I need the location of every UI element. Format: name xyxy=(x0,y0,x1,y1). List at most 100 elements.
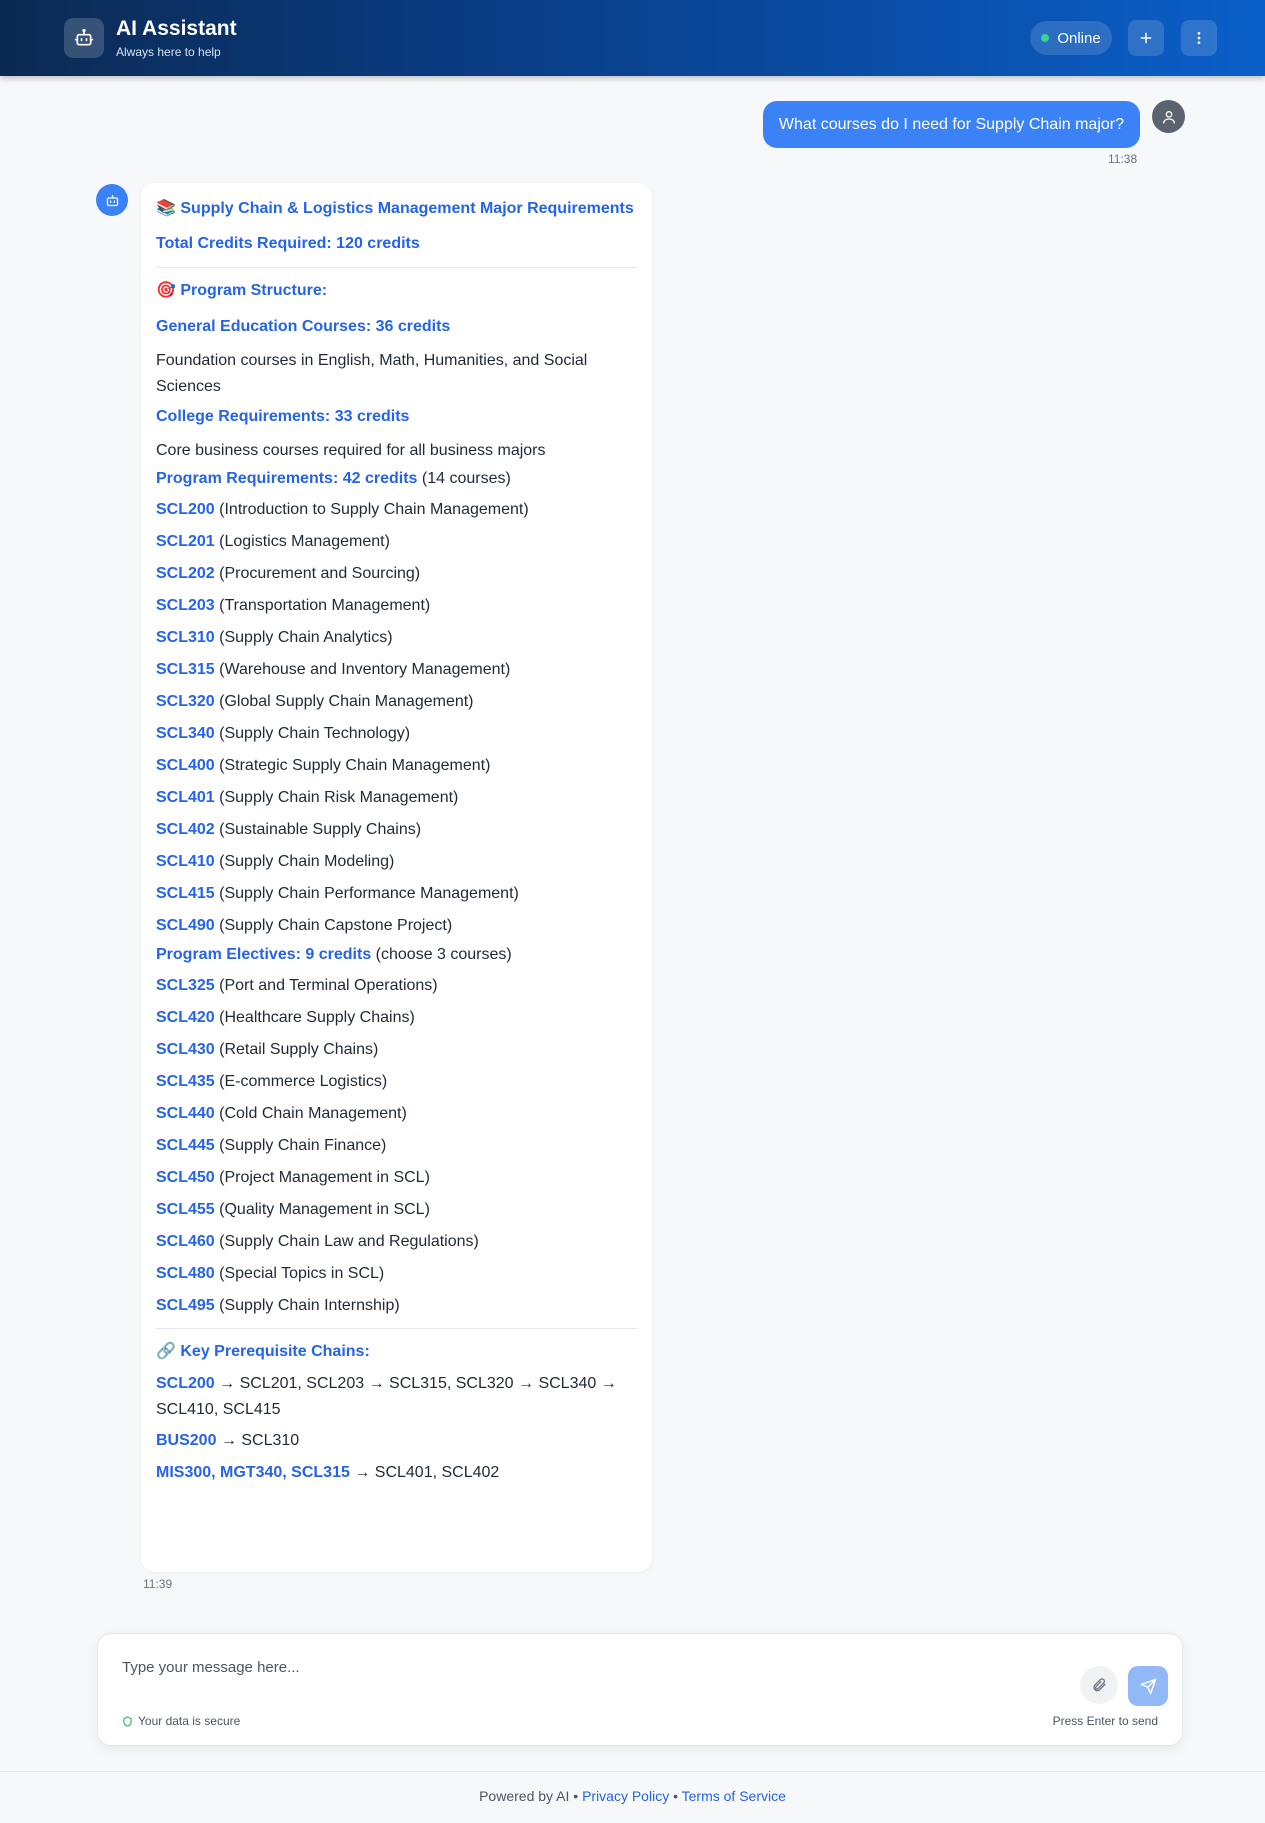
terms-of-service-link[interactable]: Terms of Service xyxy=(682,1788,786,1804)
kebab-icon xyxy=(1197,32,1201,44)
prereq-chain-1: SCL200 → SCL201, SCL203 → SCL315, SCL320… xyxy=(156,1371,637,1423)
course-name: (Special Topics in SCL) xyxy=(214,1265,385,1282)
course-item: SCL460 (Supply Chain Law and Regulations… xyxy=(156,1226,637,1258)
course-item: SCL400 (Strategic Supply Chain Managemen… xyxy=(156,750,637,782)
prereq-chain-text: → SCL401, SCL402 xyxy=(349,1464,500,1481)
course-name: (Strategic Supply Chain Management) xyxy=(214,757,491,774)
new-chat-button[interactable] xyxy=(1128,20,1164,56)
course-code: SCL415 xyxy=(156,885,215,902)
course-code: SCL340 xyxy=(156,725,215,742)
security-note: Your data is secure xyxy=(122,1714,240,1728)
course-name: (Global Supply Chain Management) xyxy=(214,693,474,710)
footer-divider xyxy=(0,1771,1265,1772)
course-name: (Transportation Management) xyxy=(214,597,431,614)
course-item: SCL410 (Supply Chain Modeling) xyxy=(156,846,637,878)
course-code: SCL315 xyxy=(291,1464,350,1481)
course-code: SCL450 xyxy=(156,1169,215,1186)
course-name: (Cold Chain Management) xyxy=(214,1105,407,1122)
course-name: (Sustainable Supply Chains) xyxy=(214,821,422,838)
status-label: Online xyxy=(1057,29,1101,47)
course-item: SCL402 (Sustainable Supply Chains) xyxy=(156,814,637,846)
course-name: (Supply Chain Internship) xyxy=(214,1297,400,1314)
course-code: SCL401 xyxy=(156,789,215,806)
prereq-chain-text: → SCL201, SCL203 → SCL315, SCL320 → SCL3… xyxy=(156,1375,617,1418)
course-name: (Supply Chain Technology) xyxy=(214,725,411,742)
divider xyxy=(156,267,637,268)
app-header: AI Assistant Always here to help Online xyxy=(0,0,1265,76)
course-name: (Project Management in SCL) xyxy=(214,1169,430,1186)
course-item: SCL420 (Healthcare Supply Chains) xyxy=(156,1002,637,1034)
course-code: SCL440 xyxy=(156,1105,215,1122)
course-code: SCL420 xyxy=(156,1009,215,1026)
user-message-bubble: What courses do I need for Supply Chain … xyxy=(762,101,1140,148)
gen-ed-description: Foundation courses in English, Math, Hum… xyxy=(156,352,588,395)
course-item: SCL440 (Cold Chain Management) xyxy=(156,1098,637,1130)
course-code: SCL325 xyxy=(156,977,215,994)
course-code: SCL201 xyxy=(156,533,215,550)
course-code: BUS200 xyxy=(156,1432,217,1449)
send-icon xyxy=(1140,1678,1156,1694)
course-code: SCL200 xyxy=(156,1375,215,1392)
program-req-title: Program Requirements: 42 credits xyxy=(156,470,418,487)
footer-separator: • xyxy=(669,1788,682,1804)
program-course-list: SCL200 (Introduction to Supply Chain Man… xyxy=(156,494,637,942)
course-name: (E-commerce Logistics) xyxy=(214,1073,388,1090)
bot-avatar xyxy=(96,184,128,216)
prereq-chain-2: BUS200 → SCL310 xyxy=(156,1425,637,1457)
course-code: SCL480 xyxy=(156,1265,215,1282)
message-composer: Your data is secure Press Enter to send xyxy=(97,1633,1183,1746)
course-code: SCL200 xyxy=(156,501,215,518)
program-structure-heading: 🎯 Program Structure: xyxy=(156,282,328,299)
course-item: SCL203 (Transportation Management) xyxy=(156,590,637,622)
course-name: (Introduction to Supply Chain Management… xyxy=(214,501,529,518)
course-item: SCL340 (Supply Chain Technology) xyxy=(156,718,637,750)
course-code: SCL490 xyxy=(156,917,215,934)
bot-message-card: 📚 Supply Chain & Logistics Management Ma… xyxy=(141,183,652,1572)
course-name: (Retail Supply Chains) xyxy=(214,1041,379,1058)
page-footer: Powered by AI • Privacy Policy • Terms o… xyxy=(0,1788,1265,1804)
course-code: SCL310 xyxy=(156,629,215,646)
course-item: SCL495 (Supply Chain Internship) xyxy=(156,1290,637,1322)
robot-icon xyxy=(64,18,104,58)
course-name: (Supply Chain Modeling) xyxy=(214,853,395,870)
course-name: (Supply Chain Analytics) xyxy=(214,629,393,646)
course-item: SCL320 (Global Supply Chain Management) xyxy=(156,686,637,718)
course-item: SCL201 (Logistics Management) xyxy=(156,526,637,558)
total-credits: Total Credits Required: 120 credits xyxy=(156,235,420,252)
course-code: SCL435 xyxy=(156,1073,215,1090)
course-code: SCL455 xyxy=(156,1201,215,1218)
course-name: (Procurement and Sourcing) xyxy=(214,565,421,582)
course-code: SCL320 xyxy=(156,693,215,710)
program-req-note: (14 courses) xyxy=(417,470,511,487)
online-dot-icon xyxy=(1041,34,1050,42)
powered-by: Powered by AI xyxy=(479,1788,570,1804)
course-item: SCL315 (Warehouse and Inventory Manageme… xyxy=(156,654,637,686)
separator: , xyxy=(282,1464,292,1481)
electives-heading: Program Electives: 9 credits (choose 3 c… xyxy=(156,944,637,966)
course-code: MGT340 xyxy=(220,1464,283,1481)
course-name: (Port and Terminal Operations) xyxy=(214,977,438,994)
security-text: Your data is secure xyxy=(138,1714,241,1728)
course-item: SCL325 (Port and Terminal Operations) xyxy=(156,970,637,1002)
course-code: SCL402 xyxy=(156,821,215,838)
app-title: AI Assistant xyxy=(116,17,237,40)
more-options-button[interactable] xyxy=(1181,20,1217,56)
course-item: SCL455 (Quality Management in SCL) xyxy=(156,1194,637,1226)
course-code: SCL495 xyxy=(156,1297,215,1314)
course-item: SCL490 (Supply Chain Capstone Project) xyxy=(156,910,637,942)
plus-icon xyxy=(1140,32,1152,44)
app-subtitle: Always here to help xyxy=(116,45,221,59)
message-input[interactable] xyxy=(122,1652,1022,1682)
course-name: (Supply Chain Finance) xyxy=(214,1137,387,1154)
college-req-description: Core business courses required for all b… xyxy=(156,442,546,459)
privacy-policy-link[interactable]: Privacy Policy xyxy=(582,1788,669,1804)
course-item: SCL450 (Project Management in SCL) xyxy=(156,1162,637,1194)
gen-ed-heading: General Education Courses: 36 credits xyxy=(156,318,451,335)
user-avatar xyxy=(1152,100,1185,133)
course-code: SCL445 xyxy=(156,1137,215,1154)
bot-message-time: 11:39 xyxy=(143,1577,173,1591)
course-item: SCL200 (Introduction to Supply Chain Man… xyxy=(156,494,637,526)
send-button[interactable] xyxy=(1128,1666,1168,1706)
attach-button[interactable] xyxy=(1080,1666,1118,1704)
send-hint: Press Enter to send xyxy=(1052,1714,1158,1728)
